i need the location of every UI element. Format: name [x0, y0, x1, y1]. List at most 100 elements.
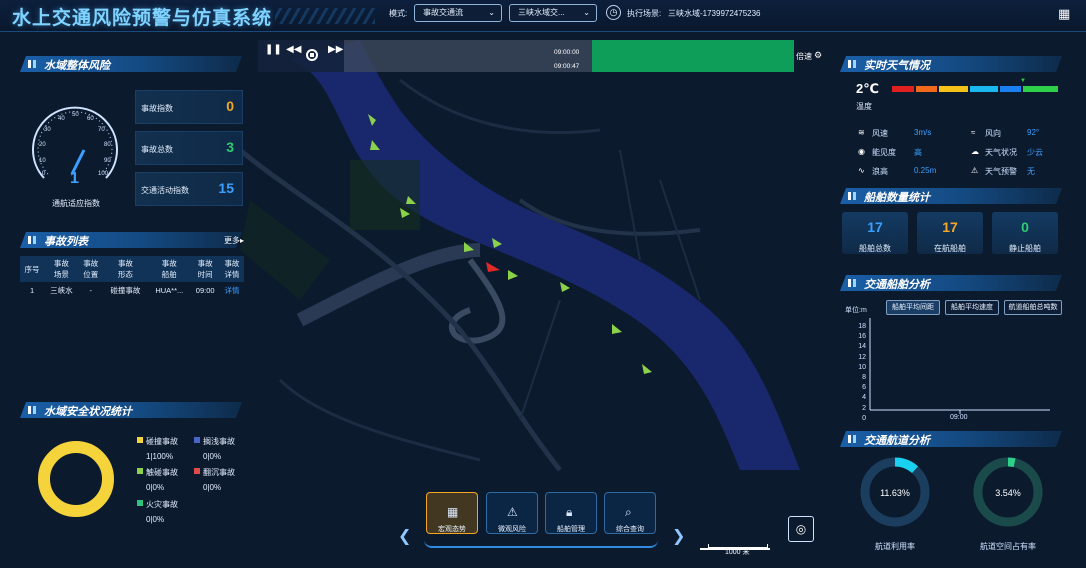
timeline-track[interactable]: 09:00:00 09:00:47 [344, 40, 794, 72]
clock-icon[interactable]: ◷ [606, 5, 621, 20]
lock-icon: 🔒︎ [566, 505, 573, 519]
col-header: 事故 形态 [102, 256, 149, 282]
accident-table: 序号 事故 场景 事故 位置 事故 形态 事故 船舶 事故 时间 事故 详情 1 三峡水 -… [20, 256, 244, 299]
legend-swatch [194, 468, 200, 474]
legend-swatch [137, 437, 143, 443]
scale-segment [999, 86, 1022, 92]
title-arrow-icon [848, 279, 860, 287]
exec-label: 执行场景: [627, 9, 662, 18]
title-arrow-icon [28, 406, 40, 414]
time-current: 09:00:00 [554, 49, 580, 56]
y-tick-label: 4 [862, 394, 866, 402]
wave-icon: ∿ [858, 166, 865, 175]
table-row[interactable]: 1 三峡水 - 碰撞事故 HUA**... 09:00 详情 [20, 282, 244, 299]
col-header: 事故 场景 [44, 256, 79, 282]
scale-segment [1023, 86, 1059, 92]
stat-accident-index: 事故指数 0 [135, 90, 243, 124]
col-header: 事故 时间 [190, 256, 220, 282]
scale-pointer-icon: ▼ [1020, 78, 1026, 84]
channel-occupancy-value: 3.54% [995, 488, 1021, 498]
cell-type: 碰撞事故 [110, 286, 141, 295]
more-label: 更多 [224, 236, 240, 245]
mode-select[interactable]: 事故交通流 ⌄ [414, 4, 502, 22]
col-header: 事故 详情 [219, 256, 244, 282]
nav-underline [424, 540, 658, 548]
ship-count-value: 17 [867, 219, 883, 235]
gauge-tick: 0 [42, 171, 46, 177]
stat-label: 事故总数 [141, 145, 173, 154]
cell-time: 09:00 [195, 286, 215, 295]
legend-swatch [137, 468, 143, 474]
y-tick-label: 18 [858, 323, 866, 330]
gauge-tick: 50 [72, 112, 79, 118]
tab-total-tonnage[interactable]: 航道船舶总吨数 [1004, 300, 1062, 315]
time-elapsed: 09:00:47 [554, 63, 580, 70]
nav-next-icon[interactable]: ❯ [672, 526, 685, 546]
channel-analysis-title-bar: 交通航道分析 [840, 431, 1062, 447]
ship-count-value: 17 [942, 219, 958, 235]
accident-list-title: 事故列表 [44, 236, 88, 248]
chart-icon: ▦ [447, 505, 459, 519]
weather-value: 0.25m [914, 166, 937, 175]
ship-count-title-bar: 船舶数量统计 [840, 188, 1062, 204]
nav-ship-management[interactable]: 🔒︎ 船舶管理 [545, 492, 597, 534]
weather-label: 天气预警 [985, 167, 1017, 176]
settings-icon[interactable]: ⚙ [814, 50, 822, 61]
legend-value: 0|0% [203, 452, 222, 461]
ship-sailing-card: 17 在航船舶 [917, 212, 983, 254]
col-header: 事故 位置 [78, 256, 103, 282]
caret-right-icon: ▸ [240, 236, 245, 245]
weather-label: 能见度 [872, 148, 896, 157]
stat-traffic-index: 交通活动指数 15 [135, 172, 243, 206]
nav-macro-situation[interactable]: ▦ 宏观态势 [426, 492, 478, 534]
scale-segment [939, 86, 968, 92]
y-tick-label: 12 [858, 353, 866, 361]
y-tick-label: 2 [862, 404, 866, 412]
more-link[interactable]: 更多▸ [224, 235, 244, 246]
channel-usage-value: 11.63% [880, 488, 910, 498]
ship-count-label: 静止船舶 [1009, 244, 1041, 253]
chevron-down-icon: ⌄ [488, 8, 495, 17]
play-view-icon[interactable]: ◎ [788, 516, 814, 542]
tab-avg-distance[interactable]: 船舶平均间距 [886, 300, 940, 315]
gauge-value: 1 [70, 170, 79, 187]
title-arrow-icon [28, 236, 40, 244]
rewind-icon[interactable]: ◀◀ [286, 44, 301, 55]
warning-icon: ⚠ [971, 166, 979, 175]
cell-ship: HUA**... [155, 286, 184, 295]
timeline-progress [591, 40, 794, 72]
grid-menu-icon[interactable]: ▦ [1058, 6, 1070, 22]
scene-select[interactable]: 三峡水域交... ⌄ [509, 4, 597, 22]
y-tick-label: 16 [858, 333, 866, 341]
gauge-tick: 80 [104, 142, 111, 148]
forward-icon[interactable]: ▶▶ [328, 44, 343, 55]
pause-icon[interactable]: ❚❚ [265, 44, 282, 55]
legend-swatch [194, 437, 200, 443]
header-decoration [275, 8, 375, 24]
wind-direction-icon: ≈ [971, 128, 976, 137]
gauge-tick: 60 [87, 116, 94, 122]
ship-count-label: 船舶总数 [859, 244, 891, 253]
weather-label: 天气状况 [985, 148, 1017, 157]
traffic-line-chart [869, 318, 1050, 414]
tab-avg-speed[interactable]: 船舶平均速度 [945, 300, 999, 315]
unit-label: 单位:m [845, 307, 867, 314]
stat-value: 0 [226, 98, 234, 114]
detail-link[interactable]: 详情 [220, 282, 244, 299]
gauge-tick: 30 [44, 127, 51, 133]
temperature-scale [892, 86, 1059, 92]
legend-name: 搁浅事故 [203, 437, 235, 446]
weather-value: 92° [1027, 128, 1040, 137]
gauge-tick: 100 [98, 171, 109, 177]
safety-stats-title: 水域安全状况统计 [44, 406, 132, 418]
nav-micro-risk[interactable]: ⚠ 微观风险 [486, 492, 538, 534]
stop-icon[interactable] [306, 49, 318, 61]
legend-value: 1|100% [146, 452, 173, 461]
speed-label[interactable]: 倍速 [796, 51, 812, 62]
nav-prev-icon[interactable]: ❮ [398, 526, 411, 546]
temperature-value: 2℃ [856, 81, 879, 96]
nav-query[interactable]: ⌕ 综合查询 [604, 492, 656, 534]
overall-risk-title: 水域整体风险 [44, 60, 110, 72]
table-header-row: 序号 事故 场景 事故 位置 事故 形态 事故 船舶 事故 时间 事故 详情 [20, 256, 244, 282]
gauge-tick: 10 [39, 158, 46, 164]
